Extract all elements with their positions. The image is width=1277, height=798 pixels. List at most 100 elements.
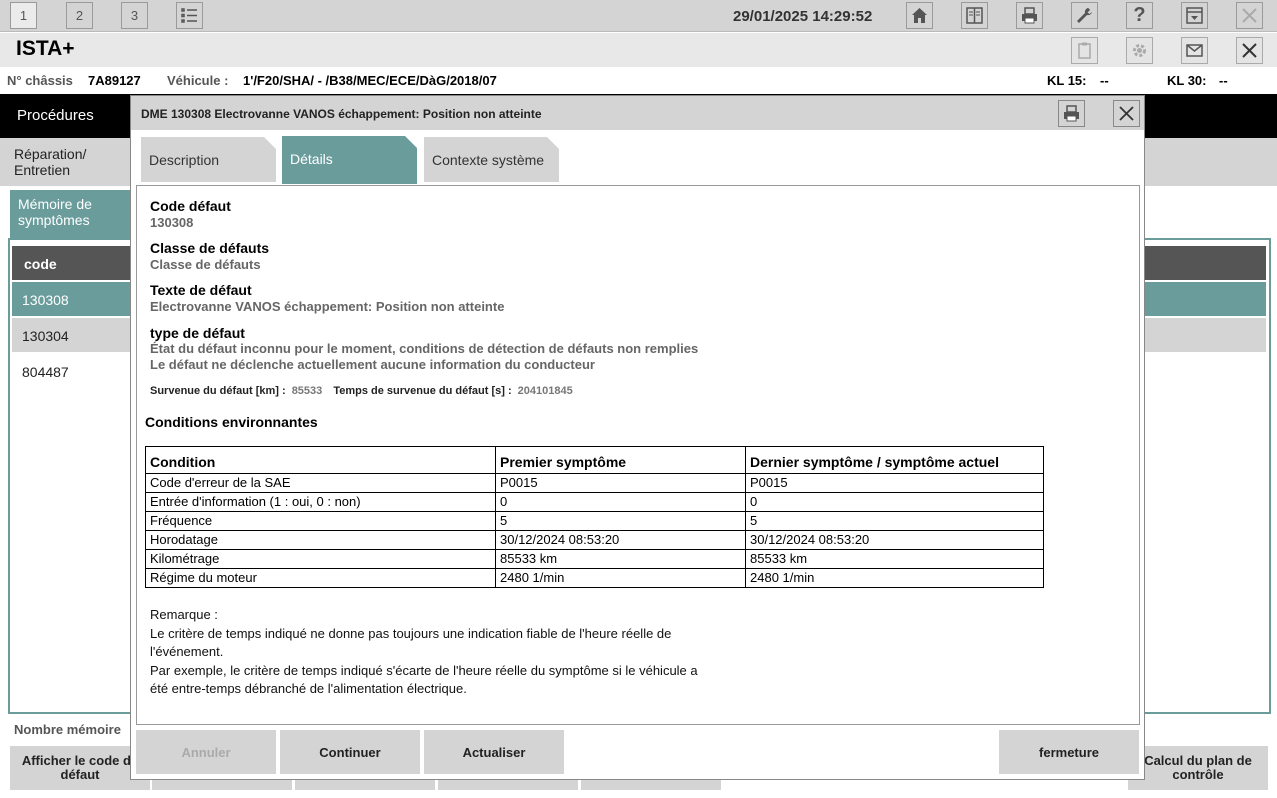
fault-type-line-1: État du défaut inconnu pour le moment, c… <box>150 341 699 356</box>
table-cell: 85533 km <box>745 549 1044 569</box>
exit-button[interactable] <box>1236 2 1263 29</box>
dialog-header: DME 130308 Electrovanne VANOS échappemen… <box>131 96 1144 130</box>
table-row: Kilométrage 85533 km 85533 km <box>145 549 1044 569</box>
remark-line: été entre-temps débranché de l'alimentat… <box>150 681 467 696</box>
table-cell: Entrée d'information (1 : oui, 0 : non) <box>145 492 496 512</box>
clipboard-icon <box>1078 42 1091 59</box>
tab-description[interactable]: Description <box>141 137 276 182</box>
occurrence-time-label: Temps de survenue du défaut [s] : <box>333 385 512 397</box>
cancel-button[interactable]: Annuler <box>136 730 276 774</box>
environment-conditions-table: Condition Premier symptôme Dernier sympt… <box>145 446 1044 588</box>
dialog-close-button[interactable] <box>1113 100 1140 127</box>
table-cell: 5 <box>495 511 746 531</box>
table-row: Régime du moteur 2480 1/min 2480 1/min <box>145 568 1044 588</box>
print-icon <box>1022 7 1037 24</box>
datetime-display: 29/01/2025 14:29:52 <box>733 8 873 25</box>
fault-class-label: Classe de défauts <box>150 240 270 256</box>
tab-repair-maintenance[interactable]: Réparation/ Entretien <box>0 138 130 186</box>
print-icon <box>1064 105 1079 122</box>
vehicle-value: 1'/F20/SHA/ - /B38/MEC/ECE/DàG/2018/07 <box>243 73 497 88</box>
fault-text-value: Electrovanne VANOS échappement: Position… <box>150 299 505 314</box>
occurrence-km-value: 85533 <box>291 385 323 397</box>
chassis-value: 7A89127 <box>88 73 141 88</box>
messages-button[interactable] <box>1181 37 1208 64</box>
list-view-button[interactable] <box>176 2 203 29</box>
table-row: Fréquence 5 5 <box>145 511 1044 531</box>
table-cell: 2480 1/min <box>745 568 1044 588</box>
home-icon <box>912 8 927 23</box>
close-icon <box>1242 43 1257 58</box>
app-titlebar: ISTA+ <box>0 33 1277 67</box>
fault-type-label: type de défaut <box>150 325 245 341</box>
nav-procedures[interactable]: Procédures <box>17 107 94 124</box>
mail-icon <box>1186 44 1203 57</box>
window-minimize-icon <box>1186 7 1203 24</box>
table-cell: 30/12/2024 08:53:20 <box>495 530 746 550</box>
table-row: Horodatage 30/12/2024 08:53:20 30/12/202… <box>145 530 1044 550</box>
tab-symptom-memory[interactable]: Mémoire de symptômes <box>10 190 130 238</box>
remark-text: Remarque : Le critère de temps indiqué n… <box>150 606 750 699</box>
kl15-label: KL 15: <box>1047 73 1087 88</box>
kl15-value: -- <box>1100 73 1109 88</box>
gear-icon <box>1133 44 1146 57</box>
details-panel: Code défaut 130308 Classe de défauts Cla… <box>136 185 1140 725</box>
table-cell: Kilométrage <box>145 549 496 569</box>
continue-button[interactable]: Continuer <box>280 730 420 774</box>
environment-conditions-title: Conditions environnantes <box>145 414 318 430</box>
table-cell: 5 <box>745 511 1044 531</box>
settings-button[interactable] <box>1126 37 1153 64</box>
remark-line: Par exemple, le critère de temps indiqué… <box>150 662 698 678</box>
notes-button[interactable] <box>1071 37 1098 64</box>
vehicle-info-bar: N° châssis 7A89127 Véhicule : 1'/F20/SHA… <box>0 67 1277 93</box>
document-compare-icon <box>966 7 983 24</box>
fault-code-label: Code défaut <box>150 198 231 214</box>
app-title: ISTA+ <box>16 37 75 60</box>
column-header: Premier symptôme <box>495 446 746 474</box>
help-icon: ? <box>1133 4 1146 26</box>
table-cell: 85533 km <box>495 549 746 569</box>
occurrence-time-value: 204101845 <box>517 385 573 397</box>
close-icon <box>1242 8 1257 23</box>
calc-test-plan-button[interactable]: Calcul du plan de contrôle <box>1128 746 1268 790</box>
refresh-button[interactable]: Actualiser <box>424 730 564 774</box>
help-button[interactable]: ? <box>1126 2 1153 29</box>
table-row: Code d'erreur de la SAE P0015 P0015 <box>145 473 1044 493</box>
tab-system-context[interactable]: Contexte système <box>424 137 559 182</box>
memory-count-label: Nombre mémoire <box>14 722 121 737</box>
table-cell: 30/12/2024 08:53:20 <box>745 530 1044 550</box>
table-cell: Fréquence <box>145 511 496 531</box>
workshop-button[interactable] <box>1071 2 1098 29</box>
kl30-value: -- <box>1219 73 1228 88</box>
kl30-label: KL 30: <box>1167 73 1207 88</box>
table-cell: P0015 <box>495 473 746 493</box>
tab-details[interactable]: Détails <box>282 136 417 184</box>
table-cell: Horodatage <box>145 530 496 550</box>
dialog-print-button[interactable] <box>1058 100 1085 127</box>
table-cell: 0 <box>745 492 1044 512</box>
close-app-button[interactable] <box>1236 37 1263 64</box>
session-tab-1[interactable]: 1 <box>10 2 37 29</box>
top-toolbar: 1 2 3 29/01/2025 14:29:52 ? <box>0 0 1277 32</box>
fault-details-dialog: DME 130308 Electrovanne VANOS échappemen… <box>130 95 1145 780</box>
column-header: Dernier symptôme / symptôme actuel <box>745 446 1044 474</box>
compare-button[interactable] <box>961 2 988 29</box>
show-fault-code-button[interactable]: Afficher le code de défaut <box>10 746 150 790</box>
table-cell: Code d'erreur de la SAE <box>145 473 496 493</box>
close-icon <box>1119 106 1134 121</box>
occurrence-km-label: Survenue du défaut [km] : <box>150 385 286 397</box>
remark-title: Remarque : <box>150 607 218 622</box>
table-cell: 0 <box>495 492 746 512</box>
minimize-button[interactable] <box>1181 2 1208 29</box>
vehicle-label: Véhicule : <box>167 73 229 88</box>
close-dialog-button[interactable]: fermeture <box>999 730 1139 774</box>
list-icon <box>181 8 197 23</box>
session-tab-3[interactable]: 3 <box>121 2 148 29</box>
fault-text-label: Texte de défaut <box>150 282 252 298</box>
session-tab-2[interactable]: 2 <box>66 2 93 29</box>
occurrence-info: Survenue du défaut [km] : 85533 Temps de … <box>150 385 581 397</box>
fault-class-value: Classe de défauts <box>150 257 261 272</box>
chassis-label: N° châssis <box>7 73 73 88</box>
home-button[interactable] <box>906 2 933 29</box>
sub-navigation-right <box>1145 138 1277 186</box>
print-button[interactable] <box>1016 2 1043 29</box>
